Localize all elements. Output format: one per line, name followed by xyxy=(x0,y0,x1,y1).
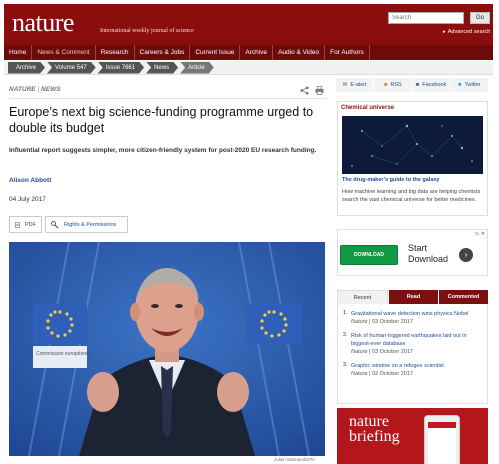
pdf-icon xyxy=(15,221,20,228)
wrench-icon xyxy=(51,220,59,229)
article-author[interactable]: Alison Abbott xyxy=(9,177,51,184)
tab-recent[interactable]: Recent xyxy=(337,290,388,304)
list-meta: Nature | 03 October 2017 xyxy=(351,318,482,326)
list-title[interactable]: Graphic window on a refugee scientist xyxy=(351,362,482,370)
phone-image xyxy=(424,415,460,464)
chevron-right-icon[interactable]: › xyxy=(459,248,473,262)
nav-for-authors[interactable]: For Authors xyxy=(325,45,370,60)
list-journal: Nature xyxy=(351,371,368,377)
twitter-button[interactable]: ■ Twitter xyxy=(451,78,488,92)
ad-text-line2: Download xyxy=(408,254,449,264)
e-alert-label: E-alert xyxy=(350,82,367,88)
nav-home[interactable]: Home xyxy=(4,45,33,60)
article-kicker: NATURE | NEWS xyxy=(9,86,61,93)
article-photo: Commission européenne xyxy=(9,242,325,456)
nav-archive[interactable]: Archive xyxy=(240,45,274,60)
eu-commissioner-photo: Commission européenne xyxy=(9,242,325,456)
site-tagline: International weekly journal of science xyxy=(100,28,194,34)
breadcrumb-issue[interactable]: Issue 7661 xyxy=(98,62,144,74)
breadcrumb-news[interactable]: News xyxy=(146,62,178,74)
chemical-universe-promo[interactable]: Chemical universe The drug-maker’s guide… xyxy=(337,101,488,216)
list-meta: Nature | 02 October 2017 xyxy=(351,370,482,378)
list-number: 2. xyxy=(343,332,348,338)
envelope-icon: ✉ xyxy=(342,82,348,88)
list-title[interactable]: Risk of human-triggered earthquakes laid… xyxy=(351,332,482,348)
tab-read[interactable]: Read xyxy=(389,290,438,304)
main-nav: Home News & Comment Research Careers & J… xyxy=(4,45,493,60)
advanced-search-link[interactable]: ▸ Advanced search xyxy=(443,29,490,35)
commission-sign-text: Commission européenne xyxy=(36,351,92,357)
list-item: 2. Risk of human-triggered earthquakes l… xyxy=(338,332,482,356)
nav-research[interactable]: Research xyxy=(96,45,135,60)
briefing-logo-line1: nature xyxy=(349,413,389,430)
share-icon[interactable] xyxy=(300,86,309,95)
list-number: 1. xyxy=(343,310,348,316)
nature-logo[interactable]: nature xyxy=(12,8,74,38)
article-title: Europe’s next big science-funding progra… xyxy=(9,105,314,135)
promo-title: Chemical universe xyxy=(341,105,395,111)
rss-icon: ■ xyxy=(384,82,388,88)
ad-download-button[interactable]: DOWNLOAD xyxy=(340,245,398,265)
tab-commented[interactable]: Commented xyxy=(439,290,488,304)
briefing-logo-line2: briefing xyxy=(349,428,400,445)
list-item: 1. Gravitational wave detection wins phy… xyxy=(338,310,482,326)
pdf-button[interactable]: PDF xyxy=(9,216,42,233)
list-title[interactable]: Gravitational wave detection wins physic… xyxy=(351,310,482,318)
promo-subtitle[interactable]: The drug-maker’s guide to the galaxy xyxy=(342,177,440,183)
recent-list: 1. Gravitational wave detection wins phy… xyxy=(337,304,488,404)
breadcrumb-archive[interactable]: Archive xyxy=(8,62,45,74)
list-journal: Nature xyxy=(351,319,368,325)
ad-choices-close[interactable]: ▷ ✕ xyxy=(476,231,485,237)
list-date: | 03 October 2017 xyxy=(369,319,413,325)
facebook-label: Facebook xyxy=(422,82,447,88)
nav-audio-video[interactable]: Audio & Video xyxy=(273,45,326,60)
most-tabs: Recent Read Commented xyxy=(337,290,488,304)
advanced-search-label: Advanced search xyxy=(447,29,491,35)
breadcrumb: Archive Volume 547 Issue 7661 News Artic… xyxy=(4,61,493,75)
galaxy-image xyxy=(342,116,483,174)
rss-label: RSS xyxy=(390,82,402,88)
article-standfirst: Influential report suggests simpler, mor… xyxy=(9,147,317,154)
rights-label: Rights & Permissions xyxy=(64,221,117,228)
header-divider xyxy=(9,98,326,99)
nav-current-issue[interactable]: Current Issue xyxy=(190,45,241,60)
arrow-right-icon: ▸ xyxy=(443,29,446,35)
phone-header-bar xyxy=(428,422,456,428)
breadcrumb-volume[interactable]: Volume 547 xyxy=(47,62,96,74)
breadcrumb-article: Article xyxy=(180,62,214,74)
list-meta: Nature | 03 October 2017 xyxy=(351,348,482,356)
ad-text-line1: Start xyxy=(408,243,428,253)
nav-careers-jobs[interactable]: Careers & Jobs xyxy=(135,45,191,60)
rss-button[interactable]: ■ RSS xyxy=(374,78,413,92)
advertisement[interactable]: ▷ ✕ DOWNLOAD Start Download › xyxy=(337,229,488,276)
search-go-button[interactable]: Go xyxy=(470,12,490,24)
site-header: nature International weekly journal of s… xyxy=(4,4,493,45)
promo-description: How machine learning and big data are he… xyxy=(342,189,481,203)
nav-news-comment[interactable]: News & Comment xyxy=(32,45,96,60)
photo-credit: Julien Warnand/EPA xyxy=(274,457,316,462)
list-date: | 02 October 2017 xyxy=(369,371,413,377)
print-icon[interactable] xyxy=(315,86,324,95)
article-date: 04 July 2017 xyxy=(9,196,46,203)
twitter-label: Twitter xyxy=(464,82,481,88)
twitter-icon: ■ xyxy=(458,82,462,88)
share-toolbar: ✉ E-alert ■ RSS ■ Facebook ■ Twitter xyxy=(336,78,488,92)
nature-briefing-promo[interactable]: nature briefing xyxy=(337,408,488,464)
facebook-icon: ■ xyxy=(415,82,420,88)
pdf-label: PDF xyxy=(25,221,36,228)
phone-screen xyxy=(428,422,456,464)
kicker-journal[interactable]: NATURE xyxy=(9,86,36,93)
list-item: 3. Graphic window on a refugee scientist… xyxy=(338,362,482,378)
list-journal: Nature xyxy=(351,349,368,355)
facebook-button[interactable]: ■ Facebook xyxy=(413,78,451,92)
list-number: 3. xyxy=(343,362,348,368)
briefing-logo: nature briefing xyxy=(349,413,400,445)
ad-text: Start Download xyxy=(408,243,448,265)
kicker-section[interactable]: NEWS xyxy=(41,86,61,93)
e-alert-button[interactable]: ✉ E-alert xyxy=(336,78,375,92)
search-input[interactable] xyxy=(388,12,464,24)
list-date: | 03 October 2017 xyxy=(369,349,413,355)
rights-permissions-button[interactable]: Rights & Permissions xyxy=(45,216,128,233)
